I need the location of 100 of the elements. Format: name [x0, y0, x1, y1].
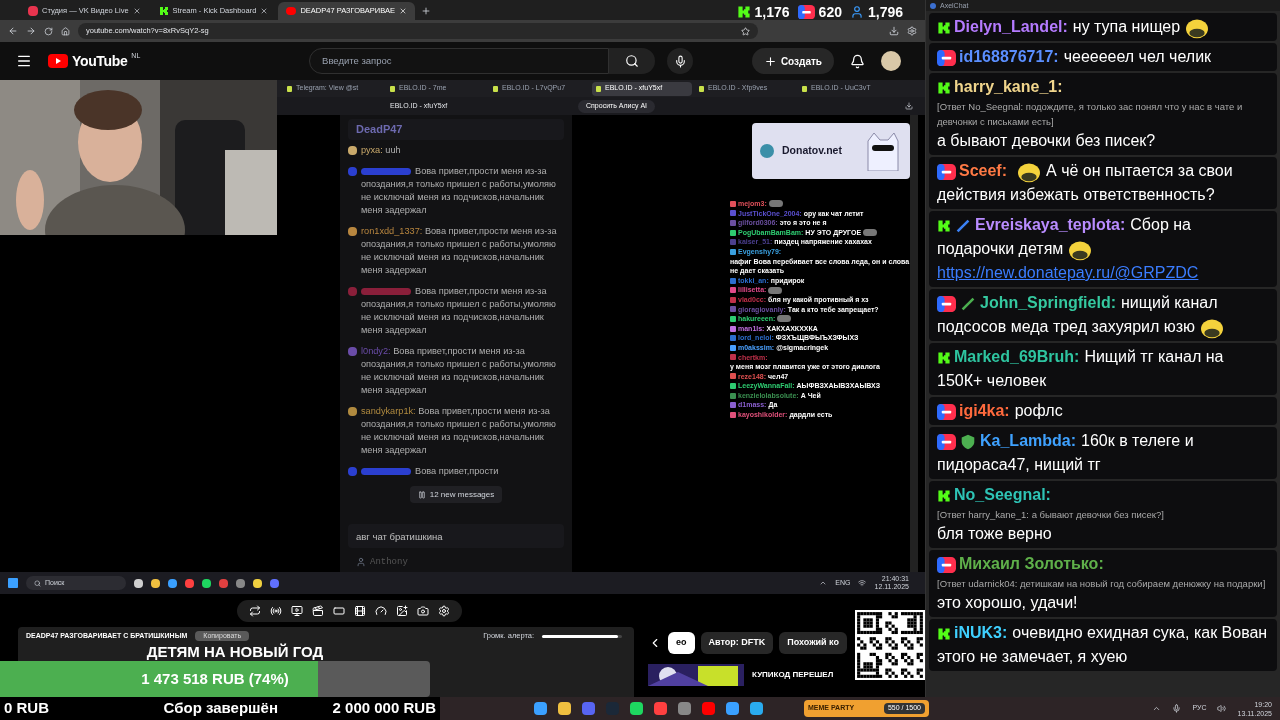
video-title[interactable]: КУПИКОД ПЕРЕШЕЛ	[752, 669, 834, 681]
clapperboard-icon[interactable]	[311, 604, 324, 617]
logo-text: YouTube	[72, 51, 128, 71]
vk-icon	[28, 6, 38, 16]
live-icon	[797, 4, 815, 19]
reply-quote: [Ответ harry_kane_1: а бывают девочки без писек?]	[937, 508, 1165, 522]
new-tab-icon[interactable]	[421, 6, 431, 16]
close-icon[interactable]	[260, 7, 269, 15]
tray-icon[interactable]	[819, 579, 828, 587]
kick-icon	[937, 20, 951, 35]
tray-icon[interactable]	[1152, 704, 1162, 713]
create-button[interactable]: Создать	[751, 48, 834, 74]
tab-favicon	[493, 85, 498, 92]
chat-username: Sceef:	[959, 162, 1008, 179]
close-icon[interactable]	[399, 7, 407, 15]
app-icon[interactable]	[630, 702, 643, 715]
goal-status: Сбор завершён	[163, 698, 278, 719]
chat-message: igi4ka: рофлс	[937, 399, 1269, 423]
chat-message: Михаил Золотько: [Ответ udarnick04: детишкам на новый год собираем денюжку на подарки] это хорошо, удачи!	[937, 552, 1269, 615]
chat-input[interactable]: авг чат братишкина	[348, 524, 564, 548]
download-icon[interactable]	[889, 26, 899, 36]
live-icon	[937, 163, 956, 180]
home-icon[interactable]	[61, 26, 70, 36]
viewers-icon	[849, 4, 864, 19]
kick-icon	[937, 218, 951, 233]
youtube-icon	[286, 7, 297, 15]
repeat-icon[interactable]	[248, 604, 261, 617]
avatar[interactable]	[881, 51, 901, 71]
film-icon[interactable]	[353, 604, 366, 617]
chat-message: sandykarp1k: Вова привет,прости меня из-за опоздания,я только пришел с работы,умоляю не исключай меня из подчисков,начальник меня задержал	[361, 405, 557, 457]
microphone-icon[interactable]	[1172, 704, 1182, 713]
kick-icon	[937, 626, 951, 641]
user-icon	[356, 557, 366, 567]
chat-username: No_Seegnal:	[954, 486, 1051, 503]
live-icon	[937, 49, 956, 66]
cat-icon	[864, 131, 902, 171]
tab-favicon	[390, 85, 395, 92]
bookmark-icon[interactable]	[741, 26, 750, 36]
broadcast-icon[interactable]	[269, 604, 282, 617]
live-icon	[937, 403, 956, 420]
network-icon[interactable]	[858, 579, 867, 587]
viewer-count: 1,796	[867, 4, 903, 19]
tab-favicon	[287, 85, 292, 92]
filter-chip[interactable]: Похожий ко	[779, 632, 847, 654]
goal-min: 0 RUB	[4, 698, 49, 719]
chat-message: harry_kane_1: [Ответ No_Seegnal: подождите, я только зас понял что у нас в чате и девчонки с письками есть] а бывают девочки без писек?	[937, 75, 1269, 153]
gauge-icon[interactable]	[374, 604, 387, 617]
chat-message: Вова привет,прости меня из-за опоздания,я только пришел с работы,умоляю не исключай меня из подчисков,начальник меня задержал	[361, 165, 557, 217]
kick-icon	[937, 80, 951, 95]
chat-username: Ka_Lambda:	[980, 432, 1077, 449]
search-icon	[625, 54, 640, 68]
notifications-icon[interactable]	[850, 53, 865, 69]
filter-chip[interactable]: ео	[668, 632, 695, 654]
chat-message: Вова привет,прости меня из-за опоздания,я только пришел с работы,умоляю не исключай меня из подчисков,начальник меня задержал	[361, 285, 557, 337]
chat-username: Marked_69Bruh:	[954, 348, 1080, 365]
live-icon	[937, 433, 956, 450]
chat-message: l0ndy2: Вова привет,прости меня из-за опоздания,я только пришел с работы,умоляю не исключай меня из подчисков,начальник меня задержал	[361, 345, 557, 397]
download-icon[interactable]	[905, 102, 913, 110]
chat-message: No_Seegnal: [Ответ harry_kane_1: а бывают девочки без писек?] бля тоже верно	[937, 483, 1269, 546]
chat-message: Ka_Lambda: 160к в телеге и пидораса47, нищий тг	[937, 431, 1195, 475]
forward-icon[interactable]	[26, 26, 36, 36]
kick-icon	[937, 488, 951, 503]
chat-message: руха: uuh	[361, 144, 401, 157]
chat-username: Dielyn_Landel:	[954, 18, 1068, 35]
chat-message: Evreiskaya_teplota: Сбор на подарочки детям	[937, 213, 1269, 261]
app-icon[interactable]	[750, 702, 763, 715]
chat-username: igi4ka:	[959, 402, 1010, 419]
pause-icon	[417, 490, 426, 499]
search-icon	[34, 579, 41, 587]
reply-quote: [Ответ udarnick04: детишкам на новый год собираем денюжку на подарки]	[937, 577, 1267, 591]
app-icon[interactable]	[558, 702, 571, 715]
voice-search-button[interactable]	[667, 48, 694, 74]
donation-link[interactable]: https://new.donatepay.ru/@GRPZDC	[937, 261, 1269, 285]
image-icon[interactable]	[395, 604, 408, 617]
logo-icon	[760, 144, 774, 158]
chat-username: id168876717:	[959, 48, 1059, 65]
volume-icon[interactable]	[1217, 704, 1227, 713]
reload-icon[interactable]	[44, 26, 53, 36]
scrollbar[interactable]	[910, 115, 918, 572]
chat-message: John_Springfield: нищий канал подсосов меда тред захуярил юзю	[937, 291, 1269, 339]
tab-favicon	[802, 85, 807, 92]
app-icon	[930, 2, 936, 9]
new-messages-button[interactable]: 12 new messages	[409, 486, 503, 503]
menu-icon[interactable]	[16, 53, 32, 69]
search-field[interactable]: Введите запрос	[309, 48, 610, 74]
camera-icon[interactable]	[416, 604, 429, 617]
kick-icon	[158, 6, 169, 16]
chat-message: Sceef: А чё он пытается за свои действия избежать ответственность?	[937, 159, 1234, 205]
filter-chip[interactable]: Автор: DFTK	[700, 632, 774, 654]
search-button[interactable]	[609, 48, 656, 74]
chat-username: harry_kane_1:	[954, 78, 1063, 95]
start-icon[interactable]	[8, 578, 18, 588]
close-icon[interactable]	[132, 7, 141, 15]
username: Anthony	[370, 555, 408, 569]
mic-icon	[673, 54, 687, 68]
goal-max: 2 000 000 RUB	[332, 698, 436, 719]
screen-icon[interactable]	[290, 604, 303, 617]
chat-username: John_Springfield:	[980, 294, 1116, 311]
frame-icon[interactable]	[332, 604, 345, 617]
chat-header: DeadP47	[348, 119, 564, 140]
